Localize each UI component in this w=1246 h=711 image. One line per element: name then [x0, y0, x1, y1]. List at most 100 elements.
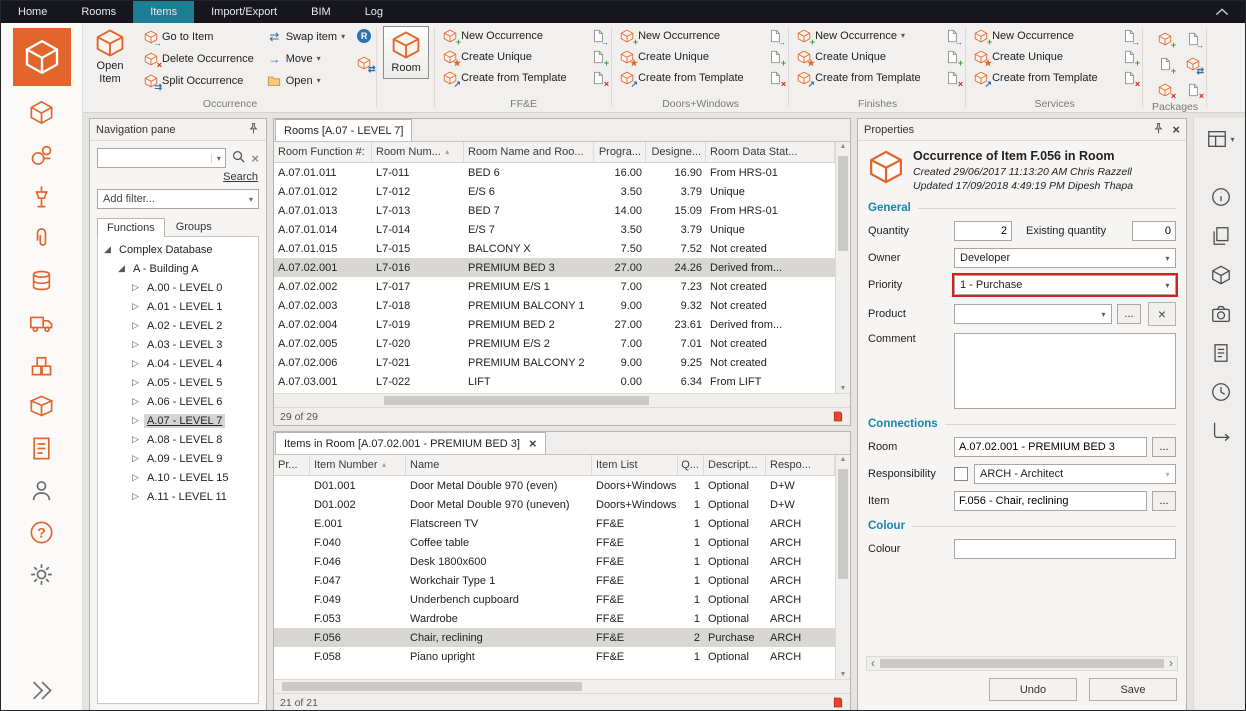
items-row-f-058[interactable]: F.058Piano uprightFF&E1OptionalARCH — [274, 647, 835, 666]
priority-select[interactable]: 1 - Purchase ▾ — [954, 275, 1176, 295]
rooms-column-designe[interactable]: Designe... — [646, 142, 706, 162]
layout-selector-icon[interactable]: ▾ — [1202, 126, 1240, 152]
pin-icon[interactable] — [1152, 122, 1165, 138]
colour-field[interactable] — [954, 539, 1176, 559]
create-from-template-button-ff-e[interactable]: ↗Create from Template× — [439, 67, 608, 88]
tree-collapsed-icon[interactable]: ▷ — [130, 491, 141, 502]
items-row-f-046[interactable]: F.046Desk 1800x600FF&E1OptionalARCH — [274, 552, 835, 571]
tree-expanded-icon[interactable]: ◢ — [116, 263, 127, 274]
tab-items-in-room[interactable]: Items in Room [A.07.02.001 - PREMIUM BED… — [275, 432, 546, 454]
responsibility-select[interactable]: ARCH - Architect ▾ — [974, 464, 1176, 484]
items-row-d01-001[interactable]: D01.001Door Metal Double 970 (even)Doors… — [274, 476, 835, 495]
rooms-horizontal-scrollbar[interactable] — [274, 393, 850, 407]
package-delete-button[interactable]: × — [1185, 82, 1203, 100]
quantity-input[interactable] — [954, 221, 1012, 241]
package-link-button[interactable]: ⇄ — [1185, 57, 1203, 75]
ribbon-tab-home[interactable]: Home — [1, 1, 64, 23]
create-unique-button-doors-windows[interactable]: ★Create Unique+ — [616, 46, 785, 67]
scroll-left-icon[interactable]: ‹ — [867, 657, 879, 670]
open-button[interactable]: Open▾ — [264, 70, 348, 91]
tree-item-a-05-level-5[interactable]: ▷A.05 - LEVEL 5 — [98, 373, 258, 392]
tree-item-a-07-level-7[interactable]: ▷A.07 - LEVEL 7 — [98, 411, 258, 430]
items-column-item-number[interactable]: Item Number▲ — [310, 455, 406, 475]
rooms-column-room-data-stat[interactable]: Room Data Stat... — [706, 142, 835, 162]
attachments-module-icon[interactable] — [25, 222, 59, 254]
create-from-template-button-finishes[interactable]: ↗Create from Template× — [793, 67, 962, 88]
items-column-name[interactable]: Name — [406, 455, 592, 475]
new-occurrence-button-services[interactable]: +New Occurrence→ — [970, 25, 1139, 46]
products-module-icon[interactable] — [25, 138, 59, 170]
revit-link-button[interactable]: R — [357, 29, 371, 43]
rooms-row-a-07-02-003[interactable]: A.07.02.003L7-018PREMIUM BALCONY 19.009.… — [274, 296, 835, 315]
rooms-row-a-07-02-005[interactable]: A.07.02.005L7-020PREMIUM E/S 27.007.01No… — [274, 334, 835, 353]
tab-functions[interactable]: Functions — [97, 218, 165, 237]
scrollbar-thumb[interactable] — [282, 682, 582, 691]
tree-item-a-04-level-4[interactable]: ▷A.04 - LEVEL 4 — [98, 354, 258, 373]
room-field[interactable] — [954, 437, 1147, 457]
camera-panel-icon[interactable] — [1202, 301, 1240, 327]
expand-sidebar-icon[interactable] — [25, 674, 59, 706]
packages-module-icon[interactable] — [25, 390, 59, 422]
items-column-pr[interactable]: Pr... — [274, 455, 310, 475]
scroll-up-icon[interactable]: ▲ — [836, 456, 850, 463]
search-icon[interactable] — [231, 149, 246, 167]
create-from-template-button-services[interactable]: ↗Create from Template× — [970, 67, 1139, 88]
tab-groups[interactable]: Groups — [166, 217, 222, 236]
rooms-row-a-07-02-006[interactable]: A.07.02.006L7-021PREMIUM BALCONY 29.009.… — [274, 353, 835, 372]
scroll-down-icon[interactable]: ▼ — [836, 671, 850, 678]
rooms-column-room-name-and-roo[interactable]: Room Name and Roo... — [464, 142, 594, 162]
contacts-module-icon[interactable] — [25, 474, 59, 506]
bookmark-icon[interactable] — [832, 696, 844, 709]
rooms-module-icon[interactable] — [25, 96, 59, 128]
tree-collapsed-icon[interactable]: ▷ — [130, 358, 141, 369]
items-row-f-047[interactable]: F.047Workchair Type 1FF&E1OptionalARCH — [274, 571, 835, 590]
help-icon[interactable]: ? — [25, 516, 59, 548]
close-icon[interactable]: × — [1172, 123, 1180, 136]
reports-module-icon[interactable] — [25, 432, 59, 464]
ribbon-tab-log[interactable]: Log — [348, 1, 400, 23]
package-copy-button[interactable]: → — [1185, 31, 1203, 49]
package-add-button[interactable]: + — [1157, 57, 1175, 75]
items-vertical-scrollbar[interactable]: ▲ ▼ — [835, 455, 850, 679]
create-unique-button-finishes[interactable]: ★Create Unique+ — [793, 46, 962, 67]
tree-collapsed-icon[interactable]: ▷ — [130, 301, 141, 312]
tree-item-a-03-level-3[interactable]: ▷A.03 - LEVEL 3 — [98, 335, 258, 354]
documents-panel-icon[interactable] — [1202, 340, 1240, 366]
tree-item-a-02-level-2[interactable]: ▷A.02 - LEVEL 2 — [98, 316, 258, 335]
collapse-ribbon-icon[interactable] — [1199, 1, 1245, 23]
items-module-icon[interactable] — [13, 28, 71, 86]
package-new-button[interactable]: + — [1157, 31, 1175, 49]
item-field[interactable] — [954, 491, 1147, 511]
tree-item-a-06-level-6[interactable]: ▷A.06 - LEVEL 6 — [98, 392, 258, 411]
settings-icon[interactable] — [25, 558, 59, 590]
rooms-row-a-07-01-015[interactable]: A.07.01.015L7-015BALCONY X7.507.52Not cr… — [274, 239, 835, 258]
tree-collapsed-icon[interactable]: ▷ — [130, 377, 141, 388]
items-row-f-049[interactable]: F.049Underbench cupboardFF&E1OptionalARC… — [274, 590, 835, 609]
rooms-row-a-07-02-002[interactable]: A.07.02.002L7-017PREMIUM E/S 17.007.23No… — [274, 277, 835, 296]
logistics-module-icon[interactable] — [25, 306, 59, 338]
items-column-q[interactable]: Q... — [678, 455, 704, 475]
systems-module-icon[interactable] — [25, 348, 59, 380]
scrollbar-thumb[interactable] — [880, 659, 1164, 668]
items-row-f-040[interactable]: F.040Coffee tableFF&E1OptionalARCH — [274, 533, 835, 552]
scroll-up-icon[interactable]: ▲ — [836, 143, 850, 150]
tree-expanded-icon[interactable]: ◢ — [102, 244, 113, 255]
new-occurrence-button-doors-windows[interactable]: +New Occurrence→ — [616, 25, 785, 46]
room-button[interactable]: Room — [383, 26, 429, 79]
box-link-button[interactable]: ⇄ — [357, 55, 372, 73]
rooms-vertical-scrollbar[interactable]: ▲ ▼ — [835, 142, 850, 393]
pin-icon[interactable] — [247, 122, 260, 138]
tree-collapsed-icon[interactable]: ▷ — [130, 472, 141, 483]
scrollbar-thumb[interactable] — [838, 156, 848, 251]
scrollbar-thumb[interactable] — [384, 396, 649, 405]
tree-item-a-11-level-11[interactable]: ▷A.11 - LEVEL 11 — [98, 487, 258, 506]
equipment-module-icon[interactable] — [25, 180, 59, 212]
owner-select[interactable]: Developer ▾ — [954, 248, 1176, 268]
tree-collapsed-icon[interactable]: ▷ — [130, 453, 141, 464]
tree-item-complex-database[interactable]: ◢Complex Database — [98, 240, 258, 259]
items-horizontal-scrollbar[interactable] — [274, 679, 850, 693]
finance-module-icon[interactable] — [25, 264, 59, 296]
ribbon-tab-items[interactable]: Items — [133, 1, 194, 23]
go-to-item-button[interactable]: →Go to Item — [140, 26, 257, 47]
scroll-right-icon[interactable]: › — [1165, 657, 1177, 670]
